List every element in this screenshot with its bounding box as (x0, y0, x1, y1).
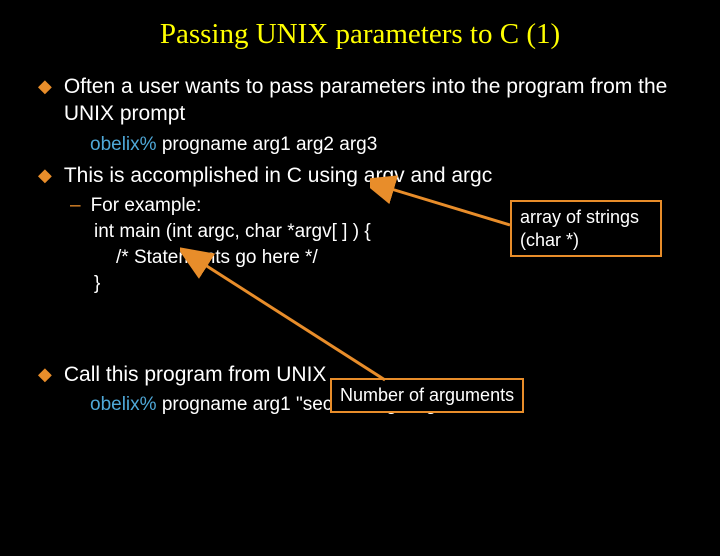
callout-num-args: Number of arguments (330, 378, 524, 413)
callout-array-strings: array of strings (char *) (510, 200, 662, 257)
prompt-2: obelix% (90, 394, 157, 415)
bullet-2: ◆ This is accomplished in C using argv a… (38, 162, 690, 189)
callout1-line2: (char *) (520, 230, 579, 250)
bullet-2-text: This is accomplished in C using argv and… (64, 162, 492, 189)
code-line-3: } (94, 273, 690, 295)
cmd-1: progname arg1 arg2 arg3 (157, 134, 378, 155)
callout1-line1: array of strings (520, 207, 639, 227)
dash-icon: – (70, 195, 81, 217)
slide-title: Passing UNIX parameters to C (1) (30, 18, 690, 51)
diamond-icon: ◆ (38, 364, 52, 385)
bullet-1: ◆ Often a user wants to pass parameters … (38, 73, 690, 128)
command-1: obelix% progname arg1 arg2 arg3 (90, 134, 690, 156)
diamond-icon: ◆ (38, 165, 52, 186)
example-label-text: For example: (91, 195, 202, 217)
diamond-icon: ◆ (38, 76, 52, 97)
callout2-text: Number of arguments (340, 385, 514, 405)
bullet-1-text: Often a user wants to pass parameters in… (64, 73, 690, 128)
bullet-3-text: Call this program from UNIX (64, 361, 327, 388)
prompt-1: obelix% (90, 134, 157, 155)
